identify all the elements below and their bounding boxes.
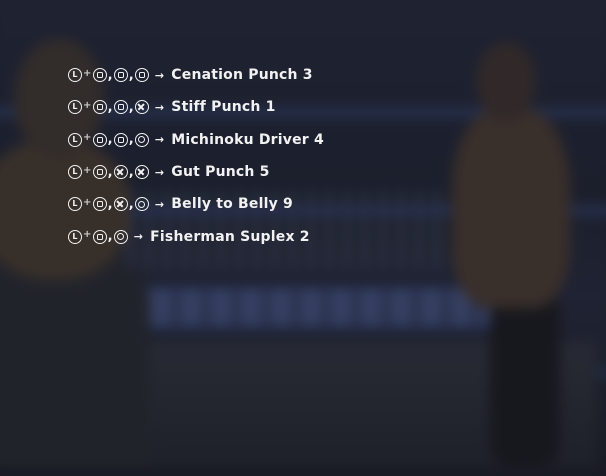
move-name: Michinoku Driver 4 bbox=[171, 131, 324, 148]
square-button-icon bbox=[92, 165, 107, 180]
arrow-icon: → bbox=[133, 230, 144, 244]
move-row: L +,, → Stiff Punch 1 bbox=[68, 91, 324, 123]
l-trigger-icon: L bbox=[68, 197, 82, 212]
move-name: Gut Punch 5 bbox=[171, 164, 270, 181]
comma-separator: , bbox=[128, 164, 134, 180]
move-name: Stiff Punch 1 bbox=[171, 99, 276, 116]
comma-separator: , bbox=[107, 196, 113, 212]
comma-separator: , bbox=[107, 164, 113, 180]
plus-sign: + bbox=[83, 229, 92, 241]
l-trigger-letter: L bbox=[72, 231, 78, 241]
square-button-icon bbox=[92, 68, 107, 83]
square-button-icon bbox=[113, 68, 128, 83]
move-row: L +,, → Belly to Belly 9 bbox=[68, 188, 324, 220]
l-trigger-icon: L bbox=[68, 229, 82, 244]
comma-separator: , bbox=[128, 99, 134, 115]
l-trigger-letter: L bbox=[72, 102, 78, 112]
move-name: Cenation Punch 3 bbox=[171, 67, 313, 84]
l-trigger-letter: L bbox=[72, 70, 78, 80]
plus-sign: + bbox=[83, 164, 92, 176]
square-button-icon bbox=[92, 132, 107, 147]
square-button-icon bbox=[92, 100, 107, 115]
plus-sign: + bbox=[83, 99, 92, 111]
l-trigger-icon: L bbox=[68, 165, 82, 180]
square-button-icon bbox=[92, 229, 107, 244]
comma-separator: , bbox=[107, 132, 113, 148]
arrow-icon: → bbox=[154, 165, 165, 179]
square-button-icon bbox=[134, 68, 149, 83]
circle-button-icon bbox=[134, 197, 149, 212]
cross-button-icon bbox=[113, 197, 128, 212]
square-button-icon bbox=[92, 197, 107, 212]
move-name: Belly to Belly 9 bbox=[171, 196, 293, 213]
comma-separator: , bbox=[128, 67, 134, 83]
plus-sign: + bbox=[83, 67, 92, 79]
l-trigger-icon: L bbox=[68, 100, 82, 115]
arrow-icon: → bbox=[154, 68, 165, 82]
move-row: L +,, → Michinoku Driver 4 bbox=[68, 124, 324, 156]
move-row: L +,, → Gut Punch 5 bbox=[68, 156, 324, 188]
arrow-icon: → bbox=[154, 100, 165, 114]
move-row: L +,, → Cenation Punch 3 bbox=[68, 59, 324, 91]
comma-separator: , bbox=[107, 229, 113, 245]
cross-button-icon bbox=[134, 100, 149, 115]
l-trigger-icon: L bbox=[68, 68, 82, 83]
l-trigger-letter: L bbox=[72, 199, 78, 209]
comma-separator: , bbox=[128, 132, 134, 148]
move-row: L +, → Fisherman Suplex 2 bbox=[68, 220, 324, 252]
cross-button-icon bbox=[113, 165, 128, 180]
arrow-icon: → bbox=[154, 133, 165, 147]
circle-button-icon bbox=[113, 229, 128, 244]
l-trigger-icon: L bbox=[68, 132, 82, 147]
arrow-icon: → bbox=[154, 197, 165, 211]
move-name: Fisherman Suplex 2 bbox=[150, 228, 310, 245]
l-trigger-letter: L bbox=[72, 134, 78, 144]
circle-button-icon bbox=[134, 132, 149, 147]
comma-separator: , bbox=[128, 196, 134, 212]
square-button-icon bbox=[113, 132, 128, 147]
move-list: L +,, → Cenation Punch 3 L +,, → Stiff Punch 1L… bbox=[68, 59, 324, 253]
cross-button-icon bbox=[134, 165, 149, 180]
plus-sign: + bbox=[83, 132, 92, 144]
comma-separator: , bbox=[107, 99, 113, 115]
plus-sign: + bbox=[83, 196, 92, 208]
square-button-icon bbox=[113, 100, 128, 115]
l-trigger-letter: L bbox=[72, 167, 78, 177]
comma-separator: , bbox=[107, 67, 113, 83]
